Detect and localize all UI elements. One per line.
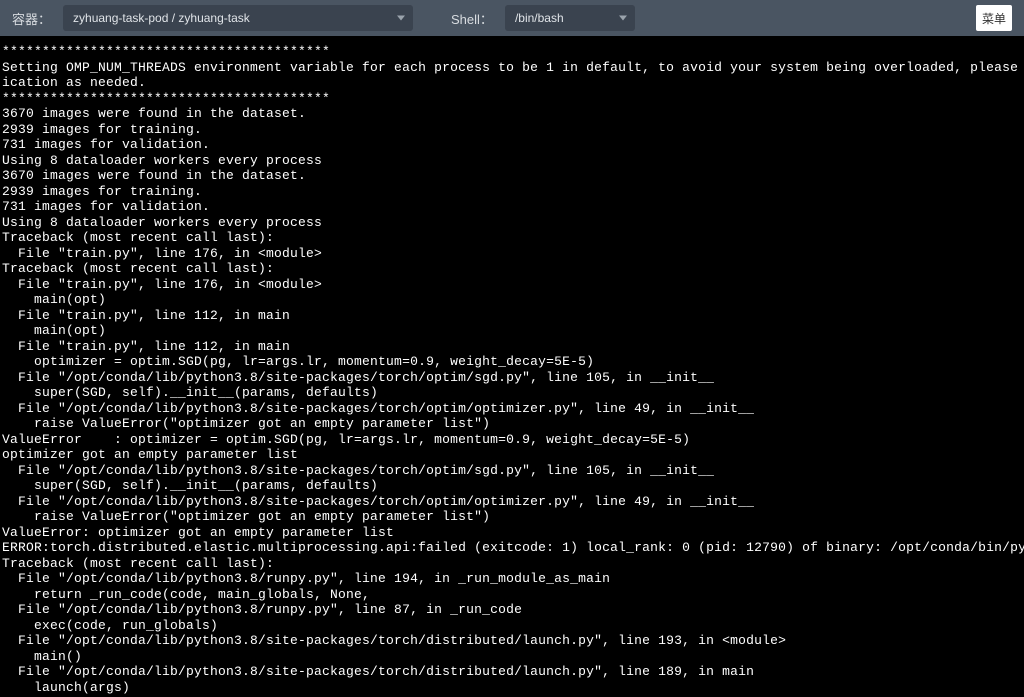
shell-dropdown-value: /bin/bash (515, 11, 564, 25)
chevron-down-icon (397, 16, 405, 21)
menu-button-label: 菜单 (982, 10, 1006, 27)
shell-dropdown[interactable]: /bin/bash (505, 5, 635, 31)
shell-label: Shell： (451, 9, 493, 28)
header-bar: 容器： zyhuang-task-pod / zyhuang-task Shel… (0, 0, 1024, 36)
container-dropdown-value: zyhuang-task-pod / zyhuang-task (73, 11, 250, 25)
chevron-down-icon (619, 16, 627, 21)
container-label: 容器： (12, 9, 51, 28)
menu-button[interactable]: 菜单 (976, 5, 1012, 31)
container-dropdown[interactable]: zyhuang-task-pod / zyhuang-task (63, 5, 413, 31)
terminal-output[interactable]: ****************************************… (0, 36, 1024, 697)
